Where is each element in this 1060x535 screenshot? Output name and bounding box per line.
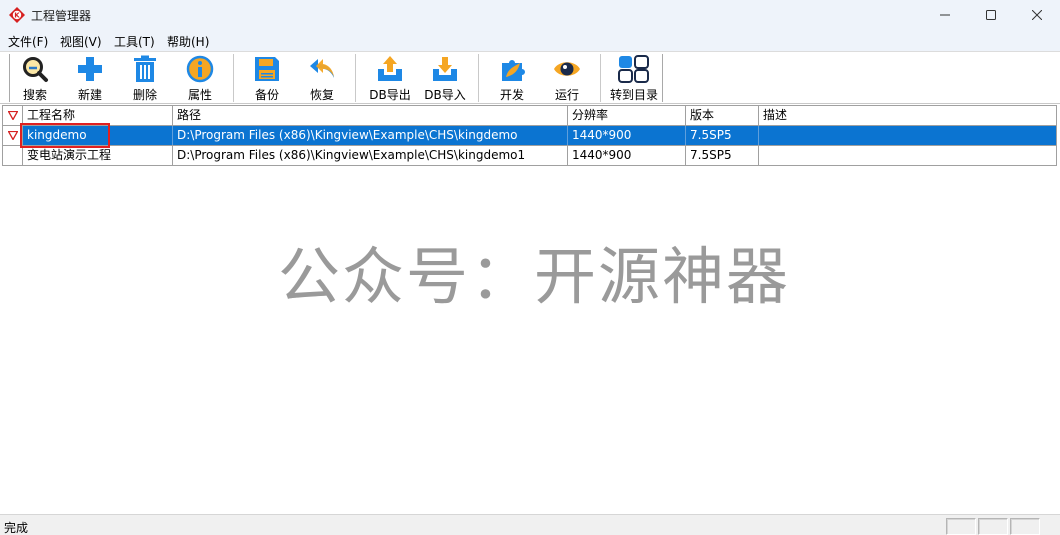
properties-button[interactable]: 属性	[174, 55, 226, 102]
toolbar-separator	[600, 54, 601, 102]
svg-text:K: K	[14, 12, 20, 20]
tray-upload-icon	[378, 56, 402, 81]
close-button[interactable]	[1014, 0, 1060, 30]
minimize-icon	[940, 14, 950, 16]
filter-triangle-icon	[7, 111, 18, 120]
table-header: 工程名称 路径 分辨率 版本 描述	[3, 106, 1056, 126]
toolbar-separator	[355, 54, 356, 102]
row-indicator	[3, 146, 23, 165]
maximize-button[interactable]	[968, 0, 1014, 30]
trash-icon	[134, 55, 156, 82]
run-button[interactable]: 运行	[541, 55, 593, 102]
db-import-label: DB导入	[424, 88, 466, 102]
db-export-label: DB导出	[369, 88, 411, 102]
toolbar-end	[662, 54, 663, 102]
status-bar: 完成	[0, 514, 1060, 535]
db-import-button[interactable]: DB导入	[419, 55, 471, 102]
search-label: 搜索	[22, 88, 47, 102]
run-label: 运行	[554, 88, 579, 102]
project-resolution-cell[interactable]: 1440*900	[568, 146, 686, 165]
toolbar: 搜索 新建 删除 属性 备份 恢复 DB导出 DB导入 开发 运行 转到目录	[0, 51, 1060, 104]
project-path-cell[interactable]: D:\Program Files (x86)\Kingview\Example\…	[173, 126, 568, 145]
restore-button[interactable]: 恢复	[296, 55, 348, 102]
status-text: 完成	[4, 521, 29, 535]
delete-label: 删除	[132, 88, 157, 102]
column-header-path[interactable]: 路径	[173, 106, 568, 125]
column-header-resolution[interactable]: 分辨率	[568, 106, 686, 125]
maximize-icon	[986, 10, 996, 20]
table-row[interactable]: kingdemo D:\Program Files (x86)\Kingview…	[3, 126, 1056, 146]
db-export-button[interactable]: DB导出	[364, 55, 416, 102]
table-row[interactable]: 变电站演示工程 D:\Program Files (x86)\Kingview\…	[3, 146, 1056, 166]
toolbar-separator	[233, 54, 234, 102]
status-panel	[1010, 518, 1040, 535]
properties-label: 属性	[187, 88, 212, 102]
highlight-annotation-box	[20, 123, 110, 148]
search-icon	[23, 57, 48, 82]
project-table: 工程名称 路径 分辨率 版本 描述 kingdemo D:\Program Fi…	[2, 105, 1057, 166]
toolbar-separator	[478, 54, 479, 102]
goto-directory-button[interactable]: 转到目录	[605, 55, 663, 102]
close-icon	[1032, 10, 1042, 20]
menu-help[interactable]: 帮助(H)	[167, 33, 209, 50]
project-path-cell[interactable]: D:\Program Files (x86)\Kingview\Example\…	[173, 146, 568, 165]
new-label: 新建	[77, 88, 102, 102]
current-row-triangle-icon	[7, 131, 18, 140]
backup-button[interactable]: 备份	[241, 55, 293, 102]
info-icon	[186, 55, 214, 83]
title-bar: K 工程管理器	[0, 0, 1060, 30]
backup-label: 备份	[254, 88, 279, 102]
puzzle-icon	[502, 60, 525, 81]
develop-label: 开发	[499, 88, 524, 102]
column-header-description[interactable]: 描述	[759, 106, 1056, 125]
project-version-cell[interactable]: 7.5SP5	[686, 146, 759, 165]
project-description-cell[interactable]	[759, 126, 1056, 145]
new-button[interactable]: 新建	[64, 55, 116, 102]
plus-icon	[78, 57, 102, 81]
search-button[interactable]: 搜索	[9, 55, 61, 102]
eye-icon	[554, 62, 580, 76]
menu-bar: 文件(F) 视图(V) 工具(T) 帮助(H)	[0, 30, 1060, 51]
status-panel	[978, 518, 1008, 535]
delete-button[interactable]: 删除	[119, 55, 171, 102]
floppy-icon	[255, 57, 279, 81]
restore-label: 恢复	[309, 88, 334, 102]
tray-download-icon	[433, 57, 457, 81]
develop-button[interactable]: 开发	[486, 55, 538, 102]
window-title: 工程管理器	[31, 9, 92, 23]
goto-directory-label: 转到目录	[609, 88, 658, 102]
project-name-cell[interactable]: 变电站演示工程	[23, 146, 173, 165]
project-description-cell[interactable]	[759, 146, 1056, 165]
column-header-version[interactable]: 版本	[686, 106, 759, 125]
status-panel	[946, 518, 976, 535]
minimize-button[interactable]	[922, 0, 968, 30]
menu-view[interactable]: 视图(V)	[60, 33, 102, 50]
menu-tools[interactable]: 工具(T)	[114, 33, 155, 50]
menu-file[interactable]: 文件(F)	[8, 33, 48, 50]
grid-icon	[618, 55, 649, 83]
watermark-text: 公众号：开源神器	[278, 240, 791, 313]
project-version-cell[interactable]: 7.5SP5	[686, 126, 759, 145]
undo-arrows-icon	[310, 59, 334, 78]
app-logo-icon: K	[9, 7, 25, 23]
project-resolution-cell[interactable]: 1440*900	[568, 126, 686, 145]
